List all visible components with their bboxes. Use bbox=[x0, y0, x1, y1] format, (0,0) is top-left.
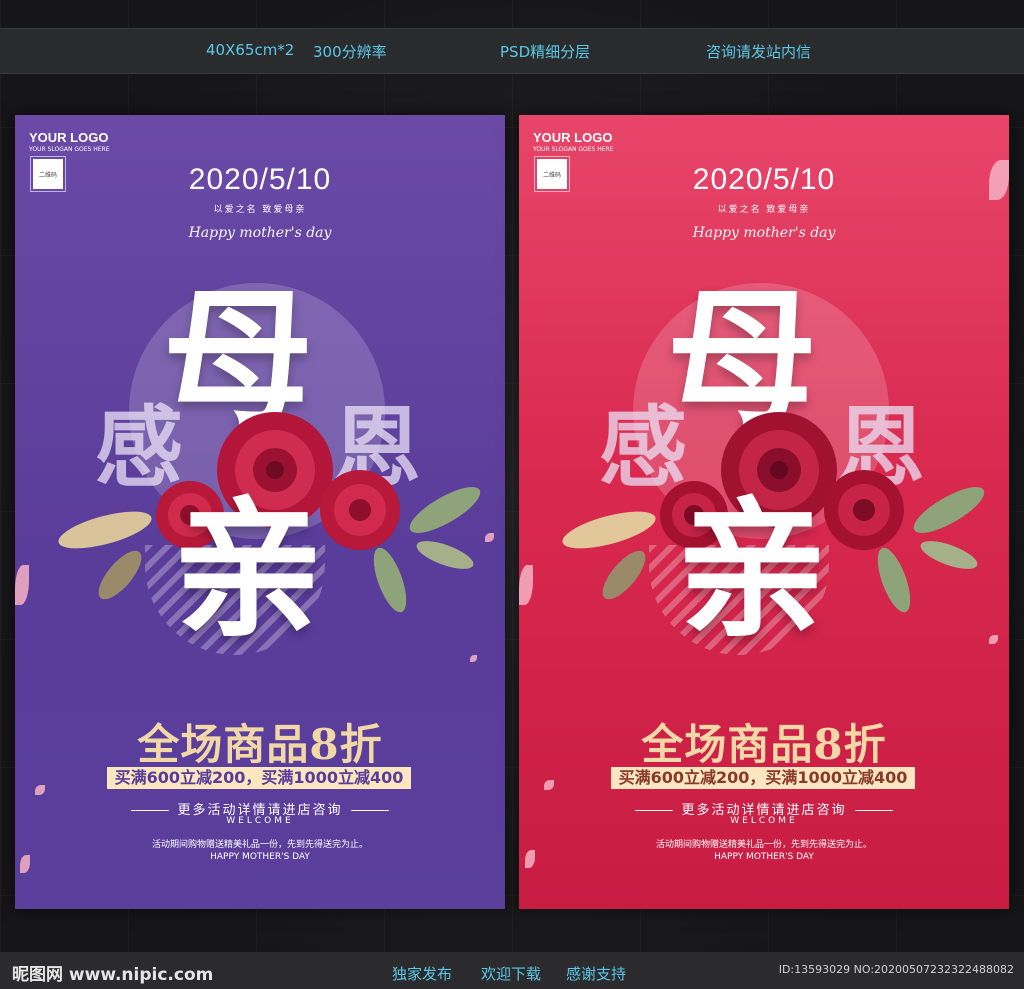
script-text: Happy mother's day bbox=[188, 225, 332, 241]
petal bbox=[989, 635, 998, 644]
note-text: 活动期间购物赠送精美礼品一份，先到先得送完为止。 bbox=[655, 840, 872, 850]
image-id: ID:13593029 NO:20200507232322488082 bbox=[778, 963, 1014, 976]
petal bbox=[519, 565, 533, 605]
welcome-text: WELCOME bbox=[226, 816, 294, 826]
thanks-link[interactable]: 感谢支持 bbox=[566, 963, 626, 984]
happy-text: HAPPY MOTHER'S DAY bbox=[714, 852, 814, 862]
slogan-text: YOUR SLOGAN GOES HERE bbox=[29, 146, 110, 153]
script-text: Happy mother's day bbox=[692, 225, 836, 241]
petal bbox=[470, 655, 477, 662]
site-logo[interactable]: 昵图网 www.nipic.com bbox=[12, 960, 213, 985]
poster-red: YOUR LOGO YOUR SLOGAN GOES HERE 二维码 2020… bbox=[519, 115, 1009, 909]
date-title: 2020/5/10 bbox=[188, 163, 332, 196]
char-qin: 亲 bbox=[173, 482, 324, 658]
footer-bar: 昵图网 www.nipic.com 独家发布 欢迎下载 感谢支持 ID:1359… bbox=[0, 952, 1024, 989]
happy-text: HAPPY MOTHER'S DAY bbox=[210, 852, 310, 862]
promo-title: 全场商品8折 bbox=[641, 720, 887, 769]
subtitle: 以爱之名 致爱母亲 bbox=[717, 205, 811, 215]
deal-band: 买满600立减200，买满1000立减400 bbox=[611, 767, 915, 789]
exclusive-link[interactable]: 独家发布 bbox=[392, 963, 452, 984]
promo-title: 全场商品8折 bbox=[137, 720, 383, 769]
subtitle: 以爱之名 致爱母亲 bbox=[213, 205, 307, 215]
note-text: 活动期间购物赠送精美礼品一份，先到先得送完为止。 bbox=[151, 840, 368, 850]
logo-text: YOUR LOGO bbox=[533, 130, 613, 145]
info-bar: 40X65cm*2 300分辨率 PSD精细分层 咨询请发站内信 bbox=[0, 28, 1024, 74]
date-title: 2020/5/10 bbox=[692, 163, 836, 196]
resolution-text: 300分辨率 bbox=[313, 43, 387, 61]
char-qin: 亲 bbox=[677, 482, 828, 658]
contact-text: 咨询请发站内信 bbox=[706, 43, 812, 61]
download-link[interactable]: 欢迎下载 bbox=[481, 963, 541, 984]
petal bbox=[485, 533, 494, 542]
welcome-text: WELCOME bbox=[730, 816, 798, 826]
poster-purple: YOUR LOGO YOUR SLOGAN GOES HERE 二维码 2020… bbox=[15, 115, 505, 909]
size-text: 40X65cm*2 bbox=[206, 41, 295, 59]
petal bbox=[35, 785, 45, 795]
petal bbox=[15, 565, 29, 605]
layers-text: PSD精细分层 bbox=[500, 43, 591, 61]
petal bbox=[544, 780, 554, 790]
slogan-text: YOUR SLOGAN GOES HERE bbox=[533, 146, 614, 153]
deal-band: 买满600立减200，买满1000立减400 bbox=[107, 767, 411, 789]
logo-text: YOUR LOGO bbox=[29, 130, 109, 145]
